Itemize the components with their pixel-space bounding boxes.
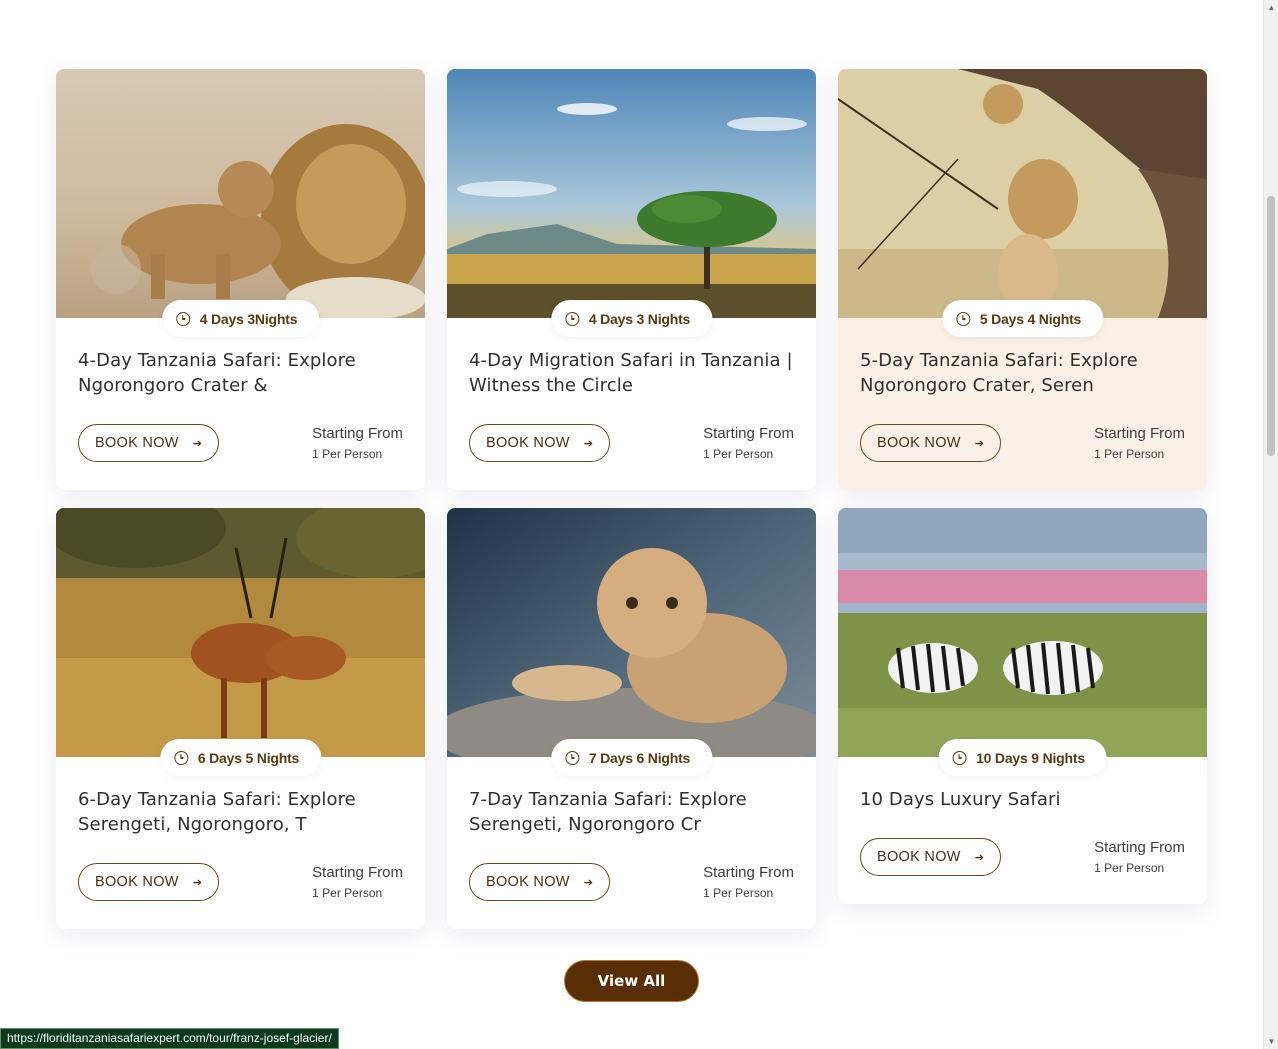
book-now-label: BOOK NOW [486,435,570,451]
price-info: Starting From 1 Per Person [703,425,794,461]
scroll-down-arrow-icon[interactable]: ▼ [1264,1034,1278,1049]
tour-title[interactable]: 6-Day Tanzania Safari: Explore Serengeti… [78,787,403,837]
duration-badge: 5 Days 4 Nights [941,300,1104,337]
duration-badge: 10 Days 9 Nights [938,739,1107,776]
book-now-label: BOOK NOW [877,435,961,451]
tour-image-lion-cub-in-tree[interactable] [838,69,1207,318]
tour-title[interactable]: 10 Days Luxury Safari [860,787,1185,812]
arrow-right-icon: ➔ [583,437,594,450]
arrow-right-icon: ➔ [974,851,985,864]
price-label: Starting From [703,425,794,442]
duration-badge: 4 Days 3 Nights [550,300,713,337]
tour-card[interactable]: 7 Days 6 Nights 7-Day Tanzania Safari: E… [447,508,816,929]
book-now-button[interactable]: BOOK NOW ➔ [860,424,1002,462]
tour-image-lion-cub-on-rock[interactable] [447,508,816,757]
clock-icon [175,311,190,326]
price-info: Starting From 1 Per Person [703,864,794,900]
arrow-right-icon: ➔ [583,876,594,889]
tour-card[interactable]: 4 Days 3 Nights 4-Day Migration Safari i… [447,69,816,490]
tour-image-lion-and-cub[interactable] [56,69,425,318]
tour-card[interactable]: 6 Days 5 Nights 6-Day Tanzania Safari: E… [56,508,425,929]
price-unit: 1 Per Person [703,447,774,461]
scroll-up-arrow-icon[interactable]: ▲ [1264,0,1278,15]
tour-image-savanna-acacia-migration[interactable] [447,69,816,318]
arrow-right-icon: ➔ [974,437,985,450]
tour-card[interactable]: 5 Days 4 Nights 5-Day Tanzania Safari: E… [838,69,1207,490]
price-info: Starting From 1 Per Person [312,864,403,900]
tour-title[interactable]: 7-Day Tanzania Safari: Explore Serengeti… [469,787,794,837]
clock-icon [173,750,188,765]
duration-text: 10 Days 9 Nights [976,749,1085,766]
book-now-button[interactable]: BOOK NOW ➔ [469,424,611,462]
book-now-button[interactable]: BOOK NOW ➔ [78,424,220,462]
clock-icon [564,311,579,326]
price-label: Starting From [1094,425,1185,442]
tour-card[interactable]: 10 Days 9 Nights 10 Days Luxury Safari B… [838,508,1207,904]
book-now-button[interactable]: BOOK NOW ➔ [469,863,611,901]
tours-page: 4 Days 3Nights 4-Day Tanzania Safari: Ex… [0,0,1278,1049]
price-unit: 1 Per Person [312,447,383,461]
arrow-right-icon: ➔ [192,437,203,450]
duration-text: 6 Days 5 Nights [197,749,300,766]
price-unit: 1 Per Person [1094,861,1165,875]
duration-text: 5 Days 4 Nights [979,310,1082,327]
price-unit: 1 Per Person [1094,447,1165,461]
duration-text: 7 Days 6 Nights [588,749,691,766]
duration-badge: 4 Days 3Nights [161,300,320,337]
price-label: Starting From [703,864,794,881]
book-now-label: BOOK NOW [95,435,179,451]
price-label: Starting From [1094,839,1185,856]
arrow-right-icon: ➔ [192,876,203,889]
clock-icon [952,750,967,765]
tour-card[interactable]: 4 Days 3Nights 4-Day Tanzania Safari: Ex… [56,69,425,490]
price-label: Starting From [312,864,403,881]
clock-icon [564,750,579,765]
duration-text: 4 Days 3Nights [199,310,298,327]
duration-badge: 7 Days 6 Nights [550,739,713,776]
tour-image-zebras-and-flamingos[interactable] [838,508,1207,757]
vertical-scrollbar[interactable]: ▲ ▼ [1263,0,1278,1049]
tour-title[interactable]: 4-Day Tanzania Safari: Explore Ngorongor… [78,348,403,398]
price-unit: 1 Per Person [703,886,774,900]
price-info: Starting From 1 Per Person [312,425,403,461]
book-now-label: BOOK NOW [877,849,961,865]
duration-text: 4 Days 3 Nights [588,310,691,327]
status-bar-url: https://floriditanzaniasafariexpert.com/… [0,1028,339,1049]
duration-badge: 6 Days 5 Nights [159,739,322,776]
price-info: Starting From 1 Per Person [1094,839,1185,875]
clock-icon [955,311,970,326]
price-label: Starting From [312,425,403,442]
tour-title[interactable]: 5-Day Tanzania Safari: Explore Ngorongor… [860,348,1185,398]
price-unit: 1 Per Person [312,886,383,900]
tour-title[interactable]: 4-Day Migration Safari in Tanzania | Wit… [469,348,794,398]
book-now-button[interactable]: BOOK NOW ➔ [78,863,220,901]
price-info: Starting From 1 Per Person [1094,425,1185,461]
book-now-label: BOOK NOW [486,874,570,890]
view-all-button[interactable]: View All [564,960,699,1002]
book-now-button[interactable]: BOOK NOW ➔ [860,838,1002,876]
scroll-thumb[interactable] [1267,196,1275,456]
book-now-label: BOOK NOW [95,874,179,890]
tour-image-impalas-in-grass[interactable] [56,508,425,757]
